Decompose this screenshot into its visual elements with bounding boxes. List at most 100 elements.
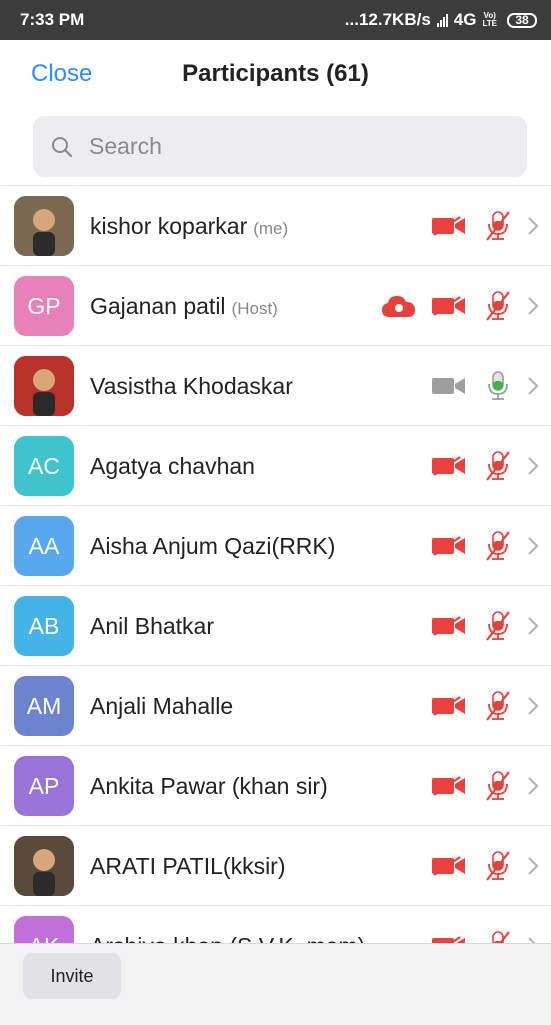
mic-muted-icon — [481, 770, 515, 802]
mic-muted-icon — [481, 610, 515, 642]
participant-name-container: Anil Bhatkar — [90, 586, 214, 666]
chevron-right-icon[interactable] — [523, 615, 543, 637]
participant-name-container: Gajanan patil (Host) — [90, 266, 278, 346]
participant-status-icons — [429, 666, 543, 746]
status-bar: 7:33 PM ...12.7KB/s 4G Vo) LTE 38 — [0, 0, 551, 40]
mic-muted-icon — [481, 850, 515, 882]
participant-status-icons — [379, 266, 543, 346]
participant-tag: (Host) — [231, 299, 278, 318]
video-icon — [429, 375, 469, 397]
participant-name-container: Vasistha Khodaskar — [90, 346, 293, 426]
participant-row[interactable]: AC Agatya chavhan — [0, 426, 551, 506]
avatar-initials: GP — [27, 292, 61, 319]
participant-name-container: Agatya chavhan — [90, 426, 255, 506]
participant-name-container: Anjali Mahalle — [90, 666, 233, 746]
participant-name-container: Aisha Anjum Qazi(RRK) — [90, 506, 335, 586]
participant-name: Agatya chavhan — [90, 453, 255, 479]
participant-name: Aisha Anjum Qazi(RRK) — [90, 533, 336, 559]
avatar — [14, 836, 74, 896]
video-off-icon — [429, 775, 469, 797]
avatar-initials: AB — [28, 612, 60, 639]
video-off-icon — [429, 855, 469, 877]
avatar: AP — [14, 756, 74, 816]
avatar-photo — [14, 196, 74, 256]
participant-status-icons — [429, 346, 543, 426]
signal-icon — [436, 13, 448, 27]
participant-name: Gajanan patil — [90, 293, 226, 319]
video-off-icon — [429, 695, 469, 717]
participant-row[interactable]: AM Anjali Mahalle — [0, 666, 551, 746]
status-time: 7:33 PM — [20, 10, 85, 29]
participant-name-container: Arshiya khan (S.V.K. mam) — [90, 906, 365, 946]
participant-row[interactable]: AP Ankita Pawar (khan sir) — [0, 746, 551, 826]
participant-status-icons — [429, 826, 543, 906]
chevron-right-icon[interactable] — [523, 775, 543, 797]
participant-status-icons — [429, 186, 543, 266]
chevron-right-icon[interactable] — [523, 215, 543, 237]
participant-name: Anjali Mahalle — [90, 693, 234, 719]
avatar: GP — [14, 276, 74, 336]
volte-icon: Vo) LTE — [482, 11, 497, 28]
avatar — [14, 356, 74, 416]
video-off-icon — [429, 295, 469, 317]
video-off-icon — [429, 455, 469, 477]
search-icon — [52, 136, 73, 157]
participant-row[interactable]: AB Anil Bhatkar — [0, 586, 551, 666]
network-speed: ...12.7KB/s — [344, 10, 431, 29]
avatar-initials: AC — [28, 452, 60, 479]
avatar-initials: AA — [28, 532, 60, 559]
participant-status-icons — [429, 426, 543, 506]
battery-icon: 38 — [507, 12, 537, 28]
mic-active-icon — [481, 370, 515, 402]
cloud-record-icon — [379, 293, 419, 319]
chevron-right-icon[interactable] — [523, 535, 543, 557]
avatar-photo — [14, 836, 74, 896]
avatar: AC — [14, 436, 74, 496]
avatar-photo — [14, 356, 74, 416]
avatar: AA — [14, 516, 74, 576]
participant-tag: (me) — [253, 219, 289, 238]
participant-row[interactable]: kishor koparkar (me) — [0, 186, 551, 266]
participant-name: Vasistha Khodaskar — [90, 373, 293, 399]
mic-muted-icon — [481, 450, 515, 482]
invite-button[interactable]: Invite — [23, 953, 121, 999]
avatar: AB — [14, 596, 74, 656]
participant-name: ARATI PATIL(kksir) — [90, 853, 286, 879]
search-bar[interactable] — [33, 116, 527, 177]
participant-name: Ankita Pawar (khan sir) — [90, 773, 328, 799]
avatar-initials: AP — [28, 772, 60, 799]
participant-status-icons — [429, 746, 543, 826]
avatar-initials: AM — [26, 692, 62, 719]
avatar: AK — [14, 916, 74, 946]
search-input[interactable] — [87, 132, 471, 161]
participant-row[interactable]: AK Arshiya khan (S.V.K. mam) — [0, 906, 551, 946]
participant-row[interactable]: AA Aisha Anjum Qazi(RRK) — [0, 506, 551, 586]
footer-bar: Invite — [0, 943, 551, 1025]
participant-name-container: ARATI PATIL(kksir) — [90, 826, 286, 906]
mic-muted-icon — [481, 690, 515, 722]
page-title: Participants (61) — [182, 60, 369, 87]
chevron-right-icon[interactable] — [523, 855, 543, 877]
avatar: AM — [14, 676, 74, 736]
status-indicators: ...12.7KB/s 4G Vo) LTE 38 — [345, 10, 537, 30]
participant-status-icons — [429, 906, 543, 946]
participant-list[interactable]: kishor koparkar (me) GP Gajanan patil (Hos… — [0, 185, 551, 946]
chevron-right-icon[interactable] — [523, 375, 543, 397]
battery-level: 38 — [515, 13, 529, 27]
participant-row[interactable]: Vasistha Khodaskar — [0, 346, 551, 426]
network-type: 4G — [453, 10, 477, 29]
participant-row[interactable]: ARATI PATIL(kksir) — [0, 826, 551, 906]
participant-name: Anil Bhatkar — [90, 613, 215, 639]
chevron-right-icon[interactable] — [523, 455, 543, 477]
mic-muted-icon — [481, 290, 515, 322]
participant-status-icons — [429, 506, 543, 586]
video-off-icon — [429, 215, 469, 237]
participant-row[interactable]: GP Gajanan patil (Host) — [0, 266, 551, 346]
participant-name-container: Ankita Pawar (khan sir) — [90, 746, 328, 826]
chevron-right-icon[interactable] — [523, 695, 543, 717]
participant-name: kishor koparkar — [90, 213, 248, 239]
chevron-right-icon[interactable] — [523, 295, 543, 317]
mic-muted-icon — [481, 530, 515, 562]
avatar — [14, 196, 74, 256]
mic-muted-icon — [481, 210, 515, 242]
